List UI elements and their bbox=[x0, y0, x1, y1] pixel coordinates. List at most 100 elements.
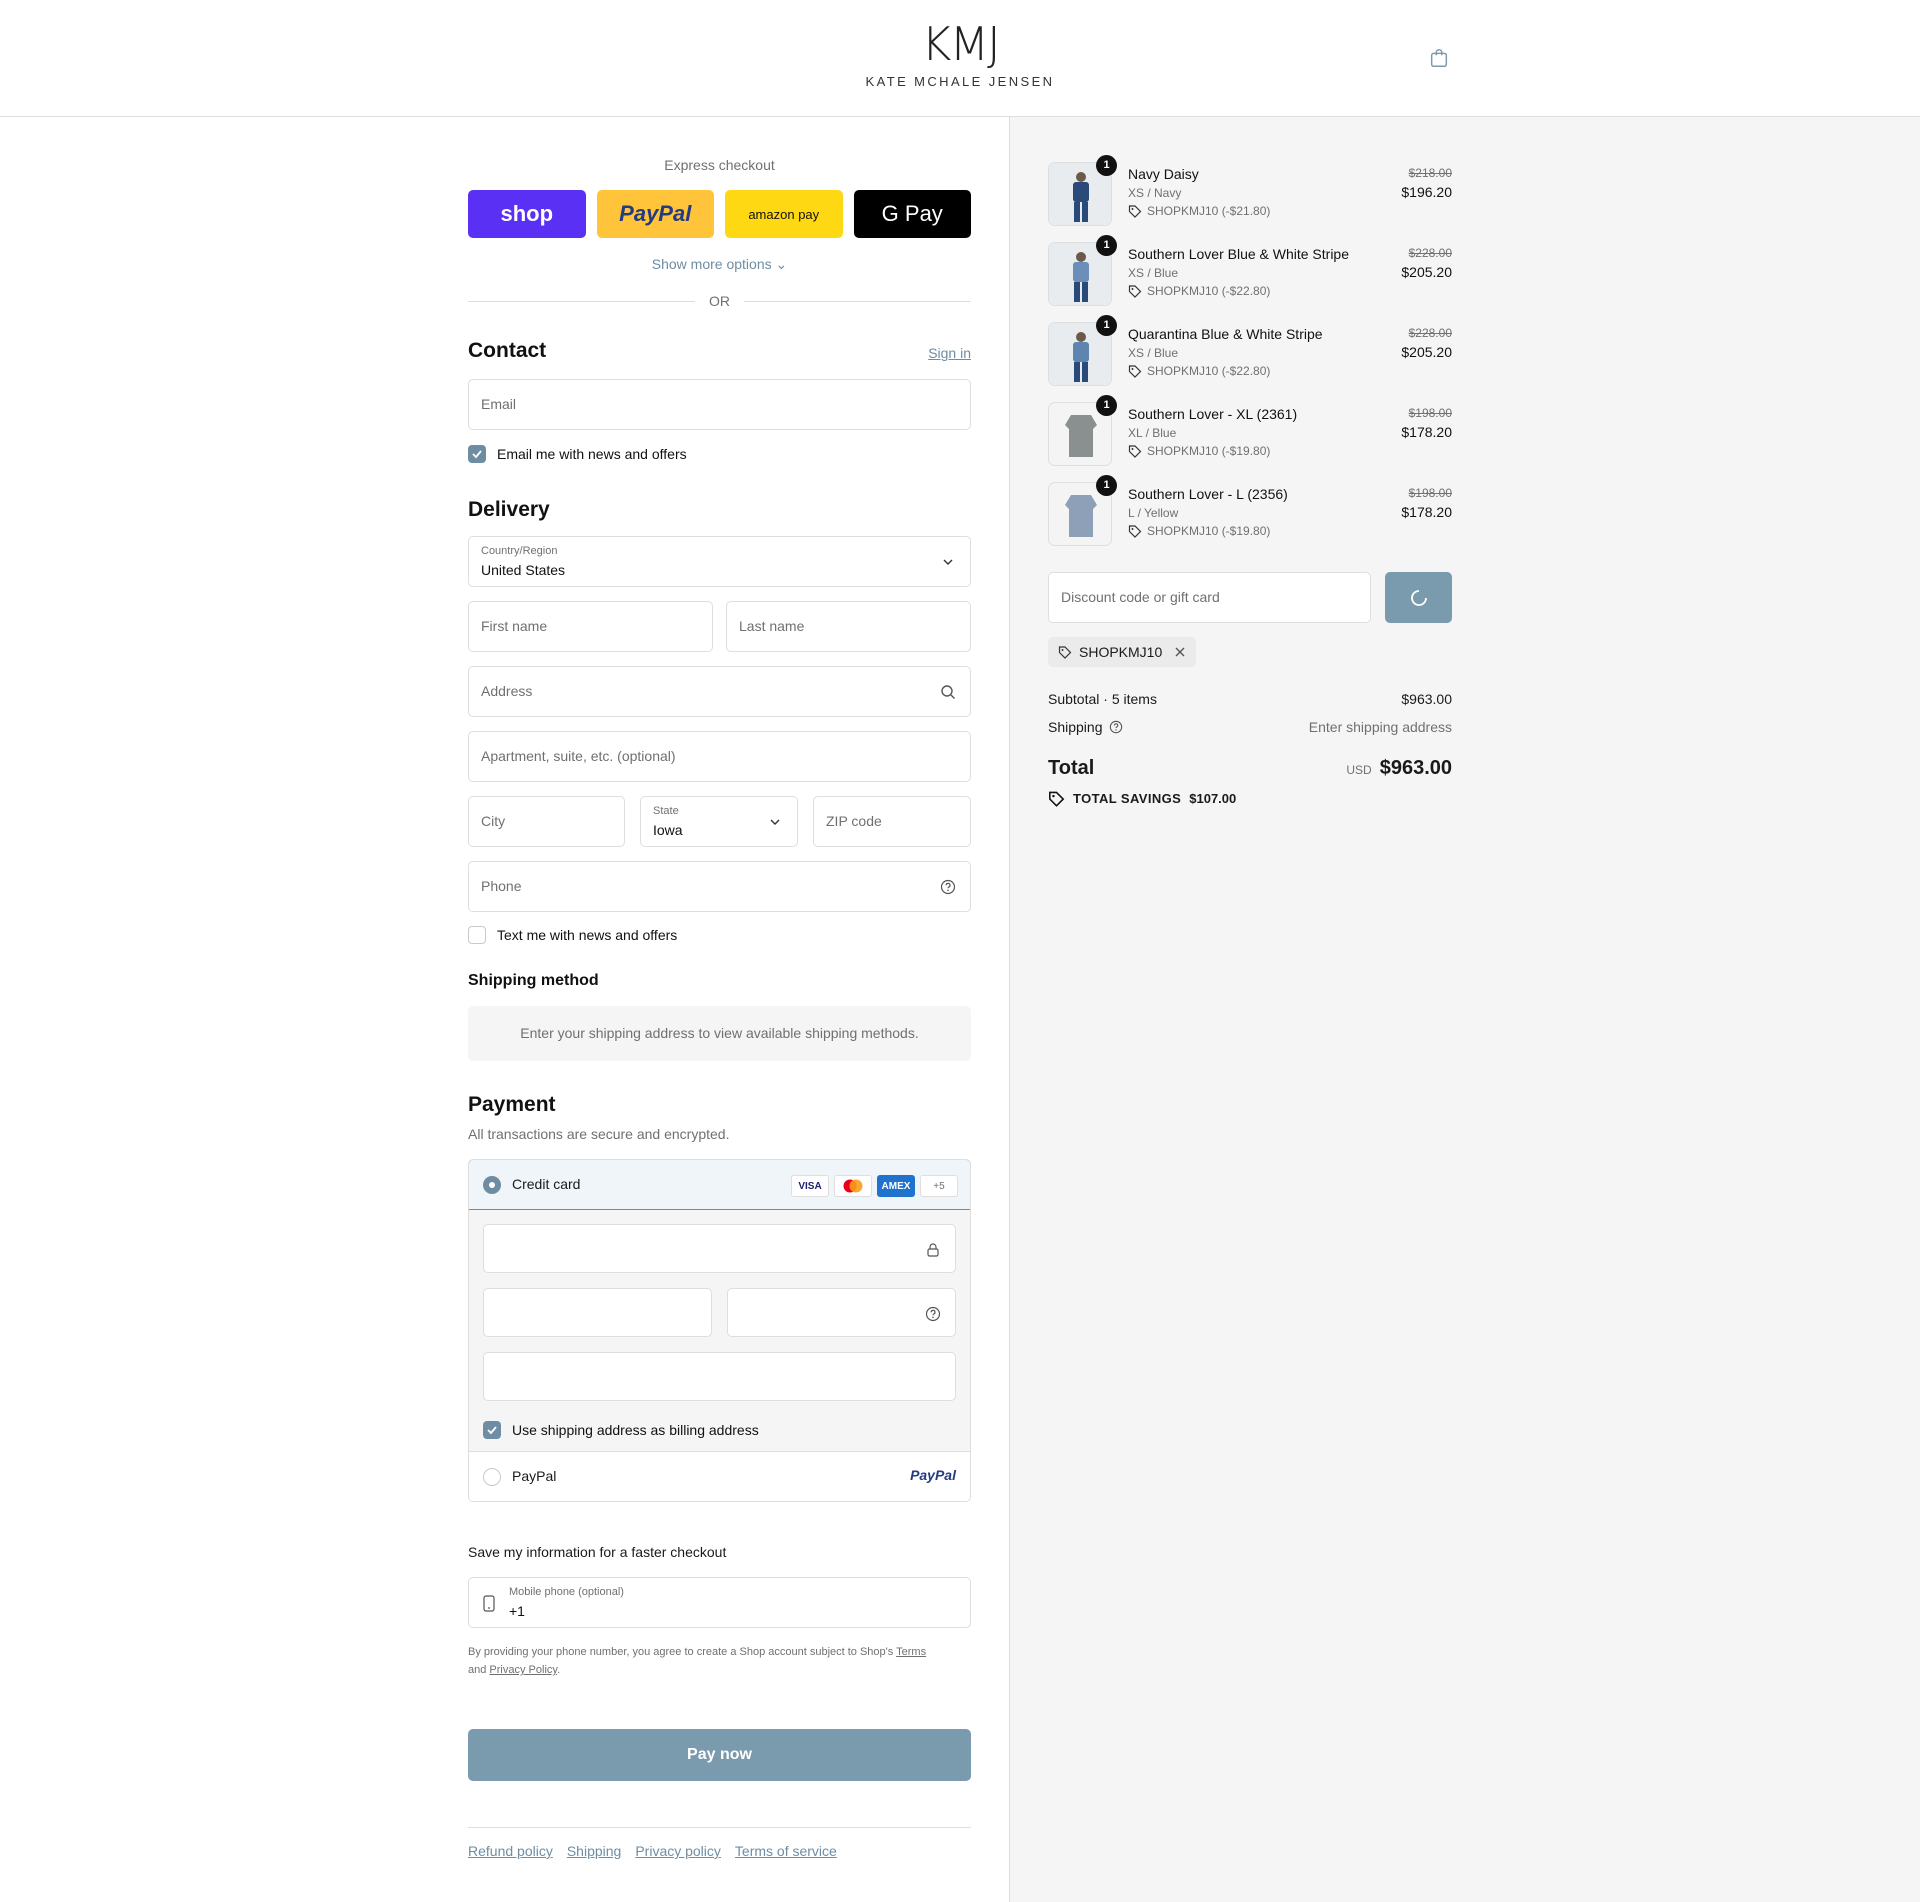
item-price: $178.20 bbox=[1401, 424, 1452, 440]
help-circle-icon[interactable] bbox=[925, 1306, 941, 1322]
privacy-policy-footer-link[interactable]: Privacy policy bbox=[635, 1843, 721, 1859]
paypal-logo: PayPal bbox=[910, 1467, 956, 1483]
city-placeholder: City bbox=[481, 813, 506, 829]
paypal-radio[interactable] bbox=[483, 1468, 501, 1486]
terms-link[interactable]: Terms bbox=[896, 1646, 926, 1658]
checkmark-icon bbox=[472, 450, 482, 459]
pay-now-button[interactable]: Pay now bbox=[468, 1729, 971, 1781]
security-code-field[interactable] bbox=[727, 1288, 956, 1337]
item-name: Southern Lover Blue & White Stripe bbox=[1128, 246, 1350, 262]
state-select[interactable]: State Iowa bbox=[640, 796, 798, 847]
discount-code-placeholder: Discount code or gift card bbox=[1061, 589, 1220, 605]
phone-field[interactable]: Phone bbox=[468, 861, 971, 912]
applied-discount-code: SHOPKMJ10 bbox=[1079, 644, 1163, 660]
item-original-price: $228.00 bbox=[1408, 326, 1452, 340]
country-value: United States bbox=[481, 562, 566, 578]
state-label: State bbox=[653, 805, 679, 817]
country-select[interactable]: Country/Region United States bbox=[468, 536, 971, 587]
shipping-method-title: Shipping method bbox=[468, 972, 599, 989]
terms-of-service-link[interactable]: Terms of service bbox=[735, 1843, 837, 1859]
zip-code-field[interactable]: ZIP code bbox=[813, 796, 971, 847]
mobile-phone-field[interactable]: Mobile phone (optional) +1 bbox=[468, 1577, 971, 1628]
item-variant: XS / Navy bbox=[1128, 186, 1182, 200]
state-value: Iowa bbox=[653, 822, 683, 838]
privacy-policy-link[interactable]: Privacy Policy bbox=[489, 1664, 557, 1676]
sign-in-link[interactable]: Sign in bbox=[928, 345, 971, 361]
name-on-card-field[interactable] bbox=[483, 1352, 956, 1401]
billing-same-checkbox[interactable] bbox=[483, 1421, 501, 1439]
discount-code-field[interactable]: Discount code or gift card bbox=[1048, 572, 1371, 623]
zip-code-placeholder: ZIP code bbox=[826, 813, 882, 829]
total-savings-label: TOTAL SAVINGS bbox=[1073, 791, 1182, 806]
legal-text-and: and bbox=[468, 1664, 490, 1676]
lock-icon bbox=[927, 1243, 939, 1257]
help-circle-icon[interactable] bbox=[1109, 720, 1123, 734]
shipping-label: Shipping bbox=[1048, 719, 1103, 735]
first-name-placeholder: First name bbox=[481, 618, 548, 634]
address-field[interactable]: Address bbox=[468, 666, 971, 717]
total-amount: USD $963.00 bbox=[1346, 757, 1452, 780]
tag-icon bbox=[1049, 791, 1065, 807]
item-discount-text: SHOPKMJ10 (-$19.80) bbox=[1147, 524, 1271, 538]
shopping-bag-icon[interactable] bbox=[1428, 47, 1450, 69]
more-cards-badge: +5 bbox=[920, 1175, 958, 1197]
expiration-date-field[interactable] bbox=[483, 1288, 712, 1337]
last-name-field[interactable]: Last name bbox=[726, 601, 971, 652]
save-info-title: Save my information for a faster checkou… bbox=[468, 1544, 727, 1560]
email-news-checkbox-row[interactable]: Email me with news and offers bbox=[468, 444, 687, 464]
shop-pay-button[interactable]: shop bbox=[468, 190, 586, 238]
email-news-checkbox[interactable] bbox=[468, 445, 486, 463]
credit-card-option[interactable]: Credit card VISA AMEX +5 bbox=[469, 1160, 970, 1210]
card-number-field[interactable] bbox=[483, 1224, 956, 1273]
apartment-placeholder: Apartment, suite, etc. (optional) bbox=[481, 748, 676, 764]
line-item: 1 Navy Daisy XS / Navy SHOPKMJ10 (-$21.8… bbox=[1048, 155, 1452, 226]
item-name: Navy Daisy bbox=[1128, 166, 1199, 182]
quantity-badge: 1 bbox=[1096, 395, 1117, 416]
tag-icon bbox=[1128, 445, 1142, 458]
close-icon[interactable] bbox=[1174, 646, 1186, 658]
quantity-badge: 1 bbox=[1096, 315, 1117, 336]
paypal-option[interactable]: PayPal PayPal bbox=[469, 1452, 970, 1501]
item-name: Southern Lover - XL (2361) bbox=[1128, 406, 1298, 422]
item-price: $178.20 bbox=[1401, 504, 1452, 520]
paypal-button[interactable]: PayPal bbox=[596, 190, 714, 238]
legal-text-1: By providing your phone number, you agre… bbox=[468, 1646, 897, 1658]
text-news-checkbox[interactable] bbox=[468, 926, 486, 944]
amazon-pay-button[interactable]: amazon pay bbox=[725, 190, 843, 238]
tag-icon bbox=[1128, 205, 1142, 218]
tag-icon bbox=[1128, 285, 1142, 298]
total-value: $963.00 bbox=[1379, 757, 1452, 779]
item-original-price: $228.00 bbox=[1408, 246, 1452, 260]
or-divider: OR bbox=[468, 291, 971, 311]
item-discount: SHOPKMJ10 (-$21.80) bbox=[1128, 204, 1270, 218]
apartment-field[interactable]: Apartment, suite, etc. (optional) bbox=[468, 731, 971, 782]
footer-divider bbox=[468, 1827, 971, 1828]
billing-same-checkbox-row[interactable]: Use shipping address as billing address bbox=[483, 1420, 759, 1440]
text-news-checkbox-row[interactable]: Text me with news and offers bbox=[468, 925, 677, 945]
item-discount-text: SHOPKMJ10 (-$22.80) bbox=[1147, 284, 1271, 298]
express-checkout-title: Express checkout bbox=[664, 157, 775, 173]
first-name-field[interactable]: First name bbox=[468, 601, 713, 652]
refund-policy-link[interactable]: Refund policy bbox=[468, 1843, 553, 1859]
mobile-phone-label: Mobile phone (optional) bbox=[509, 1586, 624, 1598]
country-label: Country/Region bbox=[481, 545, 558, 557]
apply-discount-button[interactable] bbox=[1385, 572, 1452, 623]
shipping-policy-link[interactable]: Shipping bbox=[567, 1843, 622, 1859]
item-discount-text: SHOPKMJ10 (-$19.80) bbox=[1147, 444, 1271, 458]
item-name: Southern Lover - L (2356) bbox=[1128, 486, 1288, 502]
credit-card-radio[interactable] bbox=[483, 1176, 501, 1194]
payment-title: Payment bbox=[468, 1093, 556, 1116]
google-pay-button[interactable]: G Pay bbox=[853, 190, 971, 238]
currency-code: USD bbox=[1346, 763, 1372, 777]
item-price: $196.20 bbox=[1401, 184, 1452, 200]
total-savings: TOTAL SAVINGS $107.00 bbox=[1048, 790, 1236, 807]
store-logo[interactable]: KMJ KATE MCHALE JENSEN bbox=[860, 18, 1060, 89]
item-original-price: $218.00 bbox=[1408, 166, 1452, 180]
show-more-options-link[interactable]: Show more options ⌄ bbox=[468, 256, 971, 273]
payment-methods: Credit card VISA AMEX +5 Use shipping ad… bbox=[468, 1159, 971, 1502]
city-field[interactable]: City bbox=[468, 796, 625, 847]
tag-icon bbox=[1128, 525, 1142, 538]
help-circle-icon[interactable] bbox=[940, 879, 956, 895]
logo-mark: KMJ bbox=[921, 17, 1000, 71]
email-field[interactable]: Email bbox=[468, 379, 971, 430]
